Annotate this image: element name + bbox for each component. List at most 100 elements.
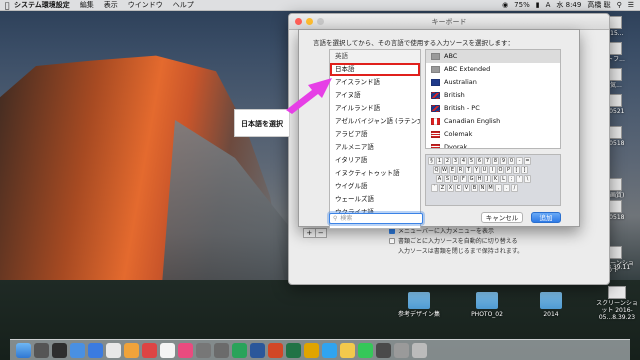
battery-percent[interactable]: 75% <box>514 1 530 9</box>
keyboard-key: F <box>460 175 467 183</box>
preferences-icon[interactable] <box>196 342 211 358</box>
photoshop-icon[interactable] <box>322 342 337 358</box>
photos-icon[interactable] <box>124 342 139 358</box>
remove-source-button[interactable]: − <box>314 229 327 237</box>
uk-flag-icon <box>431 105 440 112</box>
keyboard-row: ` Z X C V B N M,. / <box>428 184 558 192</box>
desktop-file[interactable]: スクリーンショット 2016-05...8.39.23 <box>594 286 640 321</box>
apple-menu-icon[interactable]:  <box>0 1 14 10</box>
music-icon[interactable] <box>178 342 193 358</box>
messages-icon[interactable] <box>232 342 247 358</box>
language-item[interactable]: アゼルバイジャン語 (ラテン文字) <box>330 115 420 128</box>
clock[interactable]: 水 8:49 <box>556 0 581 10</box>
illustrator-icon[interactable] <box>304 342 319 358</box>
menu-edit[interactable]: 編集 <box>80 0 94 10</box>
option-auto-switch[interactable]: 書類ごとに入力ソースを自動的に切り替える <box>389 236 518 245</box>
source-item[interactable]: British - PC <box>426 102 560 115</box>
keyboard-key: X <box>447 184 454 192</box>
desktop-folder[interactable]: 2014 <box>530 292 572 318</box>
keyboard-key: 4 <box>460 157 467 165</box>
keyboard-key: , <box>495 184 502 192</box>
language-item[interactable]: アイルランド語 <box>330 102 420 115</box>
menu-view[interactable]: 表示 <box>104 0 118 10</box>
language-item[interactable]: アイスランド語 <box>330 76 420 89</box>
notes-icon[interactable] <box>340 342 355 358</box>
desktop-folder[interactable]: 参考デザイン集 <box>398 292 440 318</box>
source-item[interactable]: ABC <box>426 50 560 63</box>
keyboard-key: S <box>444 175 451 183</box>
keyboard-key: 2 <box>444 157 451 165</box>
search-placeholder: 検索 <box>340 215 353 222</box>
spotlight-icon[interactable]: ⚲ <box>617 1 622 9</box>
language-item[interactable]: ウイグル語 <box>330 180 420 193</box>
notification-center-icon[interactable]: ☰ <box>628 1 634 9</box>
canada-flag-icon <box>431 118 440 125</box>
keyboard-key: 8 <box>492 157 499 165</box>
source-item[interactable]: Colemak <box>426 128 560 141</box>
us-flag-icon <box>431 131 440 138</box>
language-item-selected[interactable]: 日本語 <box>330 63 420 76</box>
language-item[interactable]: アイヌ語 <box>330 89 420 102</box>
abc-icon <box>431 66 440 73</box>
terminal-icon[interactable] <box>52 342 67 358</box>
finder-icon[interactable] <box>16 342 31 358</box>
input-source-list[interactable]: ABC ABC Extended Australian British Brit… <box>425 49 561 149</box>
language-item[interactable]: イタリア語 <box>330 154 420 167</box>
search-icon: ⚲ <box>333 215 338 222</box>
itunes-icon[interactable] <box>142 342 157 358</box>
input-menu-icon[interactable]: A <box>546 1 551 9</box>
trash-icon[interactable] <box>412 342 427 358</box>
language-item[interactable]: 英語 <box>330 50 420 63</box>
language-list[interactable]: 英語 日本語 アイスランド語 アイヌ語 アイルランド語 アゼルバイジャン語 (ラ… <box>329 49 421 229</box>
powerpoint-icon[interactable] <box>268 342 283 358</box>
language-item[interactable]: アラビア語 <box>330 128 420 141</box>
source-item[interactable]: Dvorak <box>426 141 560 148</box>
keyboard-key: = <box>524 157 531 165</box>
keyboard-key: 1 <box>436 157 443 165</box>
keyboard-key: ; <box>508 175 515 183</box>
source-item[interactable]: Canadian English <box>426 115 560 128</box>
app-store-icon[interactable] <box>70 342 85 358</box>
chrome-icon[interactable] <box>106 342 121 358</box>
line-icon[interactable] <box>358 342 373 358</box>
source-item[interactable]: British <box>426 89 560 102</box>
language-item[interactable]: ウェールズ語 <box>330 193 420 206</box>
keyboard-key: . <box>503 184 510 192</box>
pointer-arrow-icon <box>286 78 332 114</box>
time-machine-icon[interactable] <box>214 342 229 358</box>
language-item[interactable]: アルメニア語 <box>330 141 420 154</box>
downloads-icon[interactable] <box>394 342 409 358</box>
excel-icon[interactable] <box>286 342 301 358</box>
keyboard-key: M <box>487 184 494 192</box>
search-field[interactable]: ⚲ 検索 <box>329 213 423 224</box>
source-item[interactable]: Australian <box>426 76 560 89</box>
keyboard-key: ] <box>521 166 528 174</box>
source-item[interactable]: ABC Extended <box>426 63 560 76</box>
window-titlebar[interactable]: キーボード <box>289 14 609 30</box>
desktop-folder[interactable]: PHOTO_02 <box>466 292 508 318</box>
user-name[interactable]: 高橋 聡 <box>587 0 610 10</box>
add-source-button[interactable]: + <box>304 229 315 237</box>
word-icon[interactable] <box>250 342 265 358</box>
menu-app-name[interactable]: システム環境設定 <box>14 0 70 10</box>
language-item[interactable]: イヌクティトゥット語 <box>330 167 420 180</box>
keyboard-key: Q <box>433 166 440 174</box>
add-remove-control: + − <box>303 228 327 238</box>
calendar-icon[interactable] <box>160 342 175 358</box>
keyboard-key: T <box>465 166 472 174</box>
keyboard-key: W <box>441 166 448 174</box>
battery-icon[interactable]: ▮ <box>536 1 540 9</box>
wifi-icon[interactable]: ◉ <box>502 1 508 9</box>
cancel-button[interactable]: キャンセル <box>481 212 523 223</box>
keyboard-key: U <box>481 166 488 174</box>
menu-window[interactable]: ウインドウ <box>128 0 163 10</box>
checkbox-unchecked-icon[interactable] <box>389 237 395 244</box>
keyboard-key: - <box>516 157 523 165</box>
utility-icon[interactable] <box>376 342 391 358</box>
menu-help[interactable]: ヘルプ <box>173 0 194 10</box>
launchpad-icon[interactable] <box>34 342 49 358</box>
add-button[interactable]: 追加 <box>531 212 561 223</box>
keyboard-key: V <box>463 184 470 192</box>
keyboard-key: L <box>500 175 507 183</box>
safari-icon[interactable] <box>88 342 103 358</box>
